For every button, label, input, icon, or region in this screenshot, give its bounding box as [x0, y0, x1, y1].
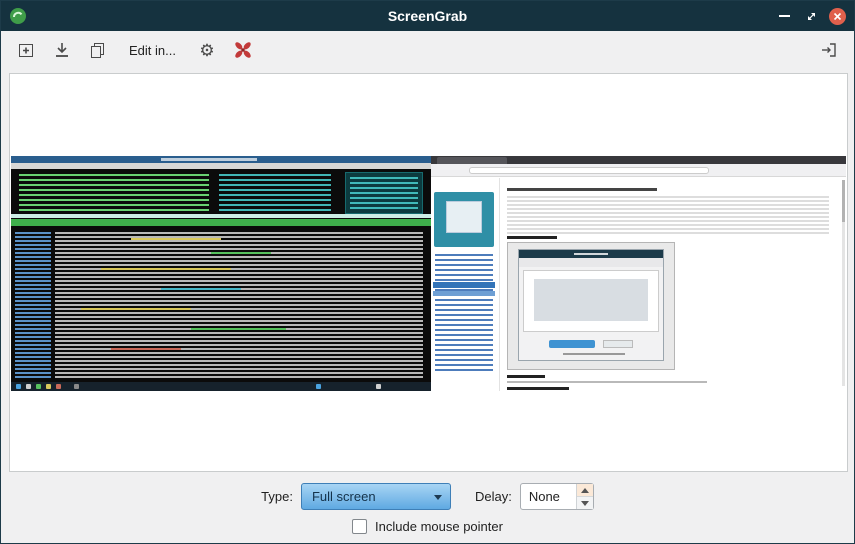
- settings-button[interactable]: ⚙: [190, 35, 224, 65]
- type-dropdown[interactable]: Full screen: [301, 483, 451, 510]
- mini-toolbar: [519, 258, 663, 267]
- new-screenshot-button[interactable]: [9, 35, 43, 65]
- htop-selected-row: [11, 219, 431, 226]
- terminal-titlebar: [11, 156, 431, 163]
- spin-up-icon: [581, 488, 589, 493]
- terminal-info-box: [345, 172, 423, 214]
- close-icon: [832, 11, 843, 22]
- sidebar-links: [435, 254, 493, 372]
- titlebar: ScreenGrab: [1, 1, 854, 31]
- gear-icon: ⚙: [199, 42, 214, 59]
- minimize-icon: [779, 15, 790, 17]
- log-accent: [211, 252, 271, 254]
- quit-button[interactable]: [812, 35, 846, 65]
- page-paragraph-lines: [507, 196, 829, 234]
- log-accent: [131, 238, 221, 240]
- screengrab-window: ScreenGrab Edit in... ⚙: [0, 0, 855, 544]
- htop-header-row: [11, 214, 431, 218]
- desktop-taskbar: [11, 382, 431, 391]
- taskbar-icons: [16, 384, 21, 389]
- mini-titlebar: [519, 250, 663, 258]
- toolbar: Edit in... ⚙: [1, 31, 854, 69]
- edit-in-button[interactable]: Edit in...: [117, 35, 188, 65]
- htop-stats: [219, 174, 331, 212]
- delay-value: None: [529, 489, 560, 504]
- mini-title-text: [574, 253, 608, 255]
- log-lines: [55, 232, 423, 380]
- info-box-lines: [350, 177, 418, 209]
- close-button[interactable]: [829, 8, 846, 25]
- log-accent: [191, 328, 286, 330]
- copy-icon: [88, 40, 108, 60]
- minimize-button[interactable]: [775, 7, 793, 25]
- mini-delay-spinner: [603, 340, 633, 348]
- sidebar-selected-item: [433, 282, 495, 288]
- mini-preview: [523, 270, 659, 332]
- firefox-urlbar: [469, 167, 709, 174]
- htop-meters: [19, 174, 209, 212]
- mini-preview-content: [534, 279, 648, 321]
- version-text-line: [507, 381, 707, 383]
- app-logo-icon: [9, 7, 27, 25]
- controls-bar: Type: Full screen Delay: None Include mo…: [1, 478, 854, 544]
- mini-screengrab-window: [518, 249, 664, 361]
- screenshot-heading-line: [507, 236, 557, 239]
- maximize-icon: [805, 10, 818, 23]
- terminal-menubar: [11, 163, 431, 169]
- log-accent: [161, 288, 241, 290]
- version-heading-line: [507, 375, 545, 378]
- chevron-down-icon: [434, 495, 442, 500]
- screengrab-logo-icon: [232, 39, 254, 61]
- sidebar-image: [434, 192, 494, 247]
- sidebar-image-inner: [446, 201, 482, 233]
- page-heading-line: [507, 188, 657, 191]
- preview-area: [9, 73, 848, 472]
- include-pointer-label: Include mouse pointer: [375, 519, 503, 534]
- maximize-button[interactable]: [802, 7, 820, 25]
- spinner-buttons: [576, 484, 593, 509]
- log-timestamps: [15, 232, 51, 380]
- firefox-window: [431, 156, 846, 391]
- save-button[interactable]: [45, 35, 79, 65]
- mini-checkbox-row: [563, 353, 625, 355]
- firefox-tab: [437, 157, 507, 164]
- mini-type-dropdown: [549, 340, 595, 348]
- include-pointer-checkbox[interactable]: [352, 519, 367, 534]
- log-accent: [101, 268, 231, 270]
- sidebar-divider: [499, 178, 500, 391]
- spin-down-button[interactable]: [577, 497, 593, 509]
- type-label: Type:: [261, 489, 293, 504]
- save-icon: [52, 40, 72, 60]
- firefox-scrollbar-thumb: [842, 180, 845, 222]
- terminal-title-text: [161, 158, 257, 161]
- firefox-titlebar: [431, 156, 846, 164]
- copy-button[interactable]: [81, 35, 115, 65]
- spin-up-button[interactable]: [577, 484, 593, 497]
- how-to-launch-heading-line: [507, 387, 569, 390]
- firefox-page: [431, 178, 846, 391]
- firefox-navbar: [431, 164, 846, 177]
- screenshot-preview: [11, 156, 846, 391]
- delay-label: Delay:: [475, 489, 512, 504]
- log-accent: [111, 348, 181, 350]
- type-value: Full screen: [312, 489, 376, 504]
- quit-icon: [819, 40, 839, 60]
- window-title: ScreenGrab: [1, 8, 854, 24]
- new-screenshot-icon: [16, 40, 36, 60]
- terminal-window: [11, 156, 431, 391]
- about-screengrab-button[interactable]: [226, 35, 260, 65]
- embedded-screenshot: [507, 242, 675, 370]
- spin-down-icon: [581, 501, 589, 506]
- log-accent: [81, 308, 191, 310]
- firefox-scrollbar: [842, 180, 845, 386]
- delay-spinner[interactable]: None: [520, 483, 594, 510]
- sidebar-selected-sub: [433, 291, 495, 296]
